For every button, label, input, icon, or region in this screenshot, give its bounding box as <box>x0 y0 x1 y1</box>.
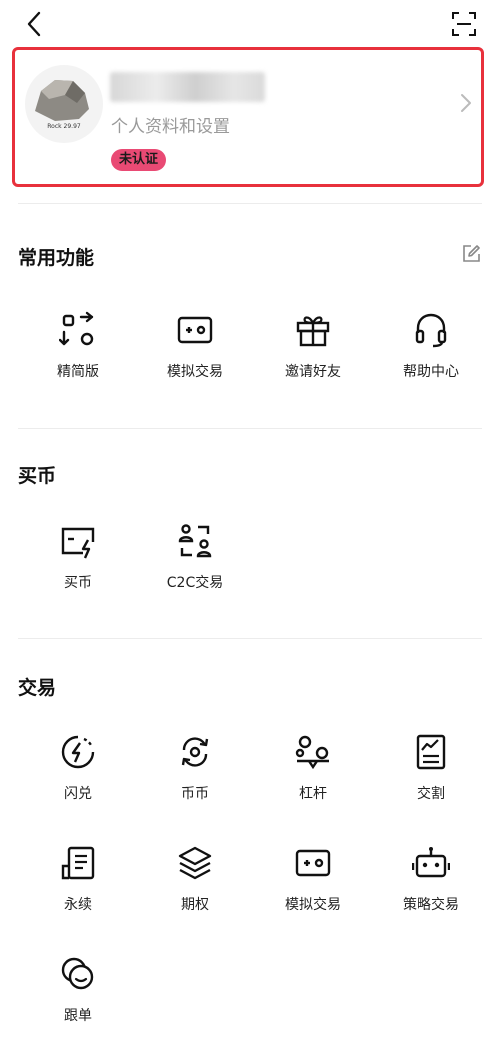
tile-invite-friends[interactable]: 邀请好友 <box>258 311 368 401</box>
tile-lite-version[interactable]: 精简版 <box>23 311 133 401</box>
edit-shortcuts-button[interactable] <box>460 243 482 265</box>
tile-label: 邀请好友 <box>285 364 341 380</box>
leverage-icon <box>295 735 329 770</box>
scan-button[interactable] <box>450 10 478 38</box>
divider <box>18 638 482 639</box>
tile-help-center[interactable]: 帮助中心 <box>376 311 486 401</box>
gift-icon <box>296 316 330 347</box>
copy-trade-icon <box>61 957 94 990</box>
robot-icon <box>412 847 450 878</box>
divider <box>18 203 482 204</box>
tile-label: 期权 <box>181 897 209 913</box>
tile-label: 模拟交易 <box>167 364 223 380</box>
tile-label: 买币 <box>64 575 92 591</box>
tile-demo-trading-2[interactable]: 模拟交易 <box>258 844 368 934</box>
flash-icon <box>61 735 95 769</box>
tile-spot[interactable]: 币币 <box>140 733 250 823</box>
tile-flash-swap[interactable]: 闪兑 <box>23 733 133 823</box>
avatar[interactable]: Rock 29.97 <box>25 65 103 143</box>
divider <box>18 428 482 429</box>
edit-icon <box>463 245 480 262</box>
tile-buy-crypto[interactable]: 买币 <box>23 522 133 612</box>
chevron-left-icon <box>27 11 41 37</box>
rock-avatar-icon <box>35 80 89 121</box>
tile-label: 闪兑 <box>64 786 92 802</box>
demo-gamepad-icon <box>177 316 213 344</box>
profile-card[interactable]: Rock 29.97 个人资料和设置 未认证 <box>12 47 484 187</box>
back-button[interactable] <box>22 10 48 38</box>
profile-settings-label: 个人资料和设置 <box>111 117 230 137</box>
section-title-trade: 交易 <box>18 677 57 699</box>
options-layers-icon <box>178 846 212 880</box>
tile-options[interactable]: 期权 <box>140 844 250 934</box>
verification-status-badge[interactable]: 未认证 <box>111 149 167 171</box>
tile-delivery[interactable]: 交割 <box>376 733 486 823</box>
delivery-doc-icon <box>416 734 446 770</box>
demo-gamepad-icon <box>295 849 331 877</box>
swap-cycle-icon <box>181 737 209 767</box>
avatar-caption: Rock 29.97 <box>47 123 81 130</box>
tile-strategy-trading[interactable]: 策略交易 <box>376 844 486 934</box>
perpetual-doc-icon <box>61 846 95 880</box>
scan-icon <box>452 12 476 36</box>
section-title-buy: 买币 <box>18 465 57 487</box>
tile-label: 策略交易 <box>403 897 459 913</box>
buy-card-icon <box>61 527 95 559</box>
tile-label: 跟单 <box>64 1008 92 1024</box>
tile-copy-trading[interactable]: 跟单 <box>23 955 133 1045</box>
section-title-common: 常用功能 <box>18 247 95 269</box>
lite-switch-icon <box>59 311 94 346</box>
tile-perpetual[interactable]: 永续 <box>23 844 133 934</box>
tile-margin[interactable]: 杠杆 <box>258 733 368 823</box>
tile-demo-trading[interactable]: 模拟交易 <box>140 311 250 401</box>
tile-label: 交割 <box>417 786 445 802</box>
tile-label: 杠杆 <box>299 786 327 802</box>
tile-label: 永续 <box>64 897 92 913</box>
tile-label: 帮助中心 <box>403 364 459 380</box>
chevron-right-icon <box>461 94 471 112</box>
top-bar <box>0 0 500 46</box>
tile-label: 模拟交易 <box>285 897 341 913</box>
tile-c2c-trading[interactable]: C2C交易 <box>140 522 250 612</box>
tile-label: 精简版 <box>57 364 99 380</box>
headset-icon <box>415 313 447 348</box>
blurred-username <box>110 72 265 102</box>
c2c-users-icon <box>178 524 212 558</box>
tile-label: 币币 <box>181 786 209 802</box>
tile-label: C2C交易 <box>166 575 224 591</box>
